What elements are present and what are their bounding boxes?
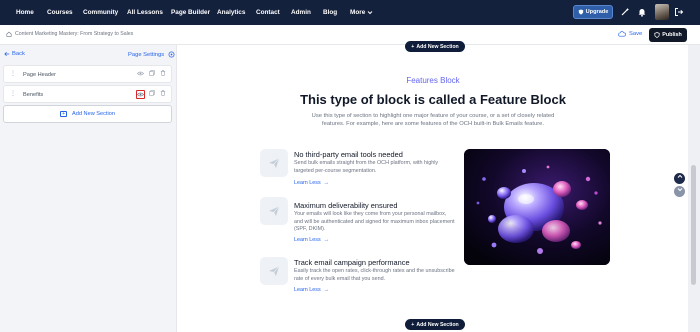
publish-label: Publish	[662, 32, 682, 38]
feature-title: Track email campaign performance	[294, 258, 410, 267]
drag-handle-icon[interactable]: ⋮	[10, 91, 16, 97]
feature-description: Your emails will look like they come fro…	[294, 211, 455, 233]
duplicate-icon[interactable]	[147, 90, 156, 99]
eye-icon[interactable]	[136, 90, 145, 99]
section-subcopy: Use this type of section to highlight on…	[311, 113, 555, 128]
add-section-label: Add New Section	[72, 111, 115, 117]
feature-title: No third-party email tools needed	[294, 150, 403, 159]
section-eyebrow: Features Block	[406, 76, 460, 85]
feature-hero-image	[464, 149, 610, 265]
scroll-down-button[interactable]	[674, 186, 685, 197]
paper-plane-icon	[260, 149, 288, 177]
breadcrumb[interactable]: Content Marketing Mastery: From Strategy…	[6, 31, 133, 37]
magic-wand-icon[interactable]	[620, 7, 630, 17]
feature-link[interactable]: Learn Less →	[294, 287, 329, 293]
nav-page-builder[interactable]: Page Builder	[171, 9, 210, 16]
nav-admin[interactable]: Admin	[291, 9, 311, 16]
breadcrumb-label: Content Marketing Mastery: From Strategy…	[15, 31, 134, 37]
add-section-top-button[interactable]: + Add New Section	[405, 41, 465, 52]
section-headline: This type of block is called a Feature B…	[300, 92, 566, 107]
home-icon	[6, 31, 12, 37]
chevron-down-icon	[367, 11, 373, 15]
avatar[interactable]	[655, 4, 669, 20]
page-settings-button[interactable]: Page Settings	[128, 51, 175, 58]
drag-handle-icon[interactable]: ⋮	[10, 71, 16, 77]
page-settings-label: Page Settings	[128, 51, 165, 58]
scrollbar[interactable]	[688, 45, 700, 332]
shield-icon	[578, 9, 583, 15]
shield-icon	[654, 32, 660, 38]
add-new-section-button[interactable]: + Add New Section	[3, 105, 172, 123]
publish-button[interactable]: Publish	[649, 28, 687, 42]
eye-icon[interactable]	[136, 70, 145, 79]
cloud-icon	[618, 31, 626, 37]
plus-icon: +	[411, 43, 415, 50]
page-canvas: + Add New Section Features Block This ty…	[176, 41, 688, 332]
logout-icon[interactable]	[674, 7, 684, 17]
trash-icon[interactable]	[158, 70, 167, 79]
back-label: Back	[12, 51, 25, 57]
duplicate-icon[interactable]	[147, 70, 156, 79]
chevron-up-icon	[677, 174, 682, 178]
feature-title: Maximum deliverability ensured	[294, 201, 398, 210]
feature-link[interactable]: Learn Less →	[294, 237, 329, 243]
feature-description: Easily track the open rates, click-throu…	[294, 268, 455, 282]
nav-blog[interactable]: Blog	[323, 9, 337, 16]
section-row-benefits[interactable]: ⋮ Benefits	[3, 85, 172, 103]
save-label: Save	[629, 31, 643, 37]
top-navigation: Home Courses Community All Lessons Page …	[0, 0, 700, 25]
trash-icon[interactable]	[158, 90, 167, 99]
section-label: Benefits	[23, 92, 44, 98]
gear-icon	[168, 51, 175, 58]
paper-plane-icon	[260, 257, 288, 285]
add-section-bottom-button[interactable]: + Add New Section	[405, 319, 465, 330]
nav-community[interactable]: Community	[83, 9, 118, 16]
nav-more-label: More	[350, 9, 366, 16]
scroll-up-button[interactable]	[674, 173, 685, 184]
section-label: Page Header	[23, 72, 56, 78]
upgrade-button[interactable]: Upgrade	[573, 5, 613, 19]
plus-icon: +	[411, 321, 415, 328]
back-button[interactable]: Back	[4, 51, 25, 57]
chevron-down-icon	[677, 188, 682, 192]
bell-icon[interactable]	[637, 7, 647, 17]
feature-link-label: Learn Less	[294, 287, 321, 293]
arrow-right-icon: →	[323, 237, 330, 243]
feature-link-label: Learn Less	[294, 180, 321, 186]
nav-courses[interactable]: Courses	[47, 9, 73, 16]
arrow-right-icon: →	[323, 180, 330, 186]
nav-analytics[interactable]: Analytics	[217, 9, 245, 16]
scrollbar-thumb[interactable]	[691, 165, 696, 285]
nav-all-lessons[interactable]: All Lessons	[127, 9, 163, 16]
nav-more[interactable]: More	[350, 9, 373, 16]
sections-sidebar: Back Page Settings ⋮ Page Header ⋮ Benef…	[0, 45, 176, 332]
arrow-left-icon	[4, 51, 10, 57]
save-button[interactable]: Save	[618, 31, 642, 37]
section-row-page-header[interactable]: ⋮ Page Header	[3, 65, 172, 83]
paper-plane-icon	[260, 197, 288, 225]
add-section-bottom-label: Add New Section	[416, 321, 459, 328]
feature-link-label: Learn Less	[294, 237, 321, 243]
feature-description: Send bulk emails straight from the OCH p…	[294, 160, 439, 174]
feature-link[interactable]: Learn Less →	[294, 180, 329, 186]
add-section-top-label: Add New Section	[416, 43, 459, 50]
plus-box-icon: +	[60, 111, 68, 117]
upgrade-label: Upgrade	[585, 9, 609, 15]
nav-home[interactable]: Home	[16, 9, 34, 16]
nav-contact[interactable]: Contact	[256, 9, 280, 16]
arrow-right-icon: →	[323, 287, 330, 293]
breadcrumb-bar: Content Marketing Mastery: From Strategy…	[0, 25, 700, 45]
